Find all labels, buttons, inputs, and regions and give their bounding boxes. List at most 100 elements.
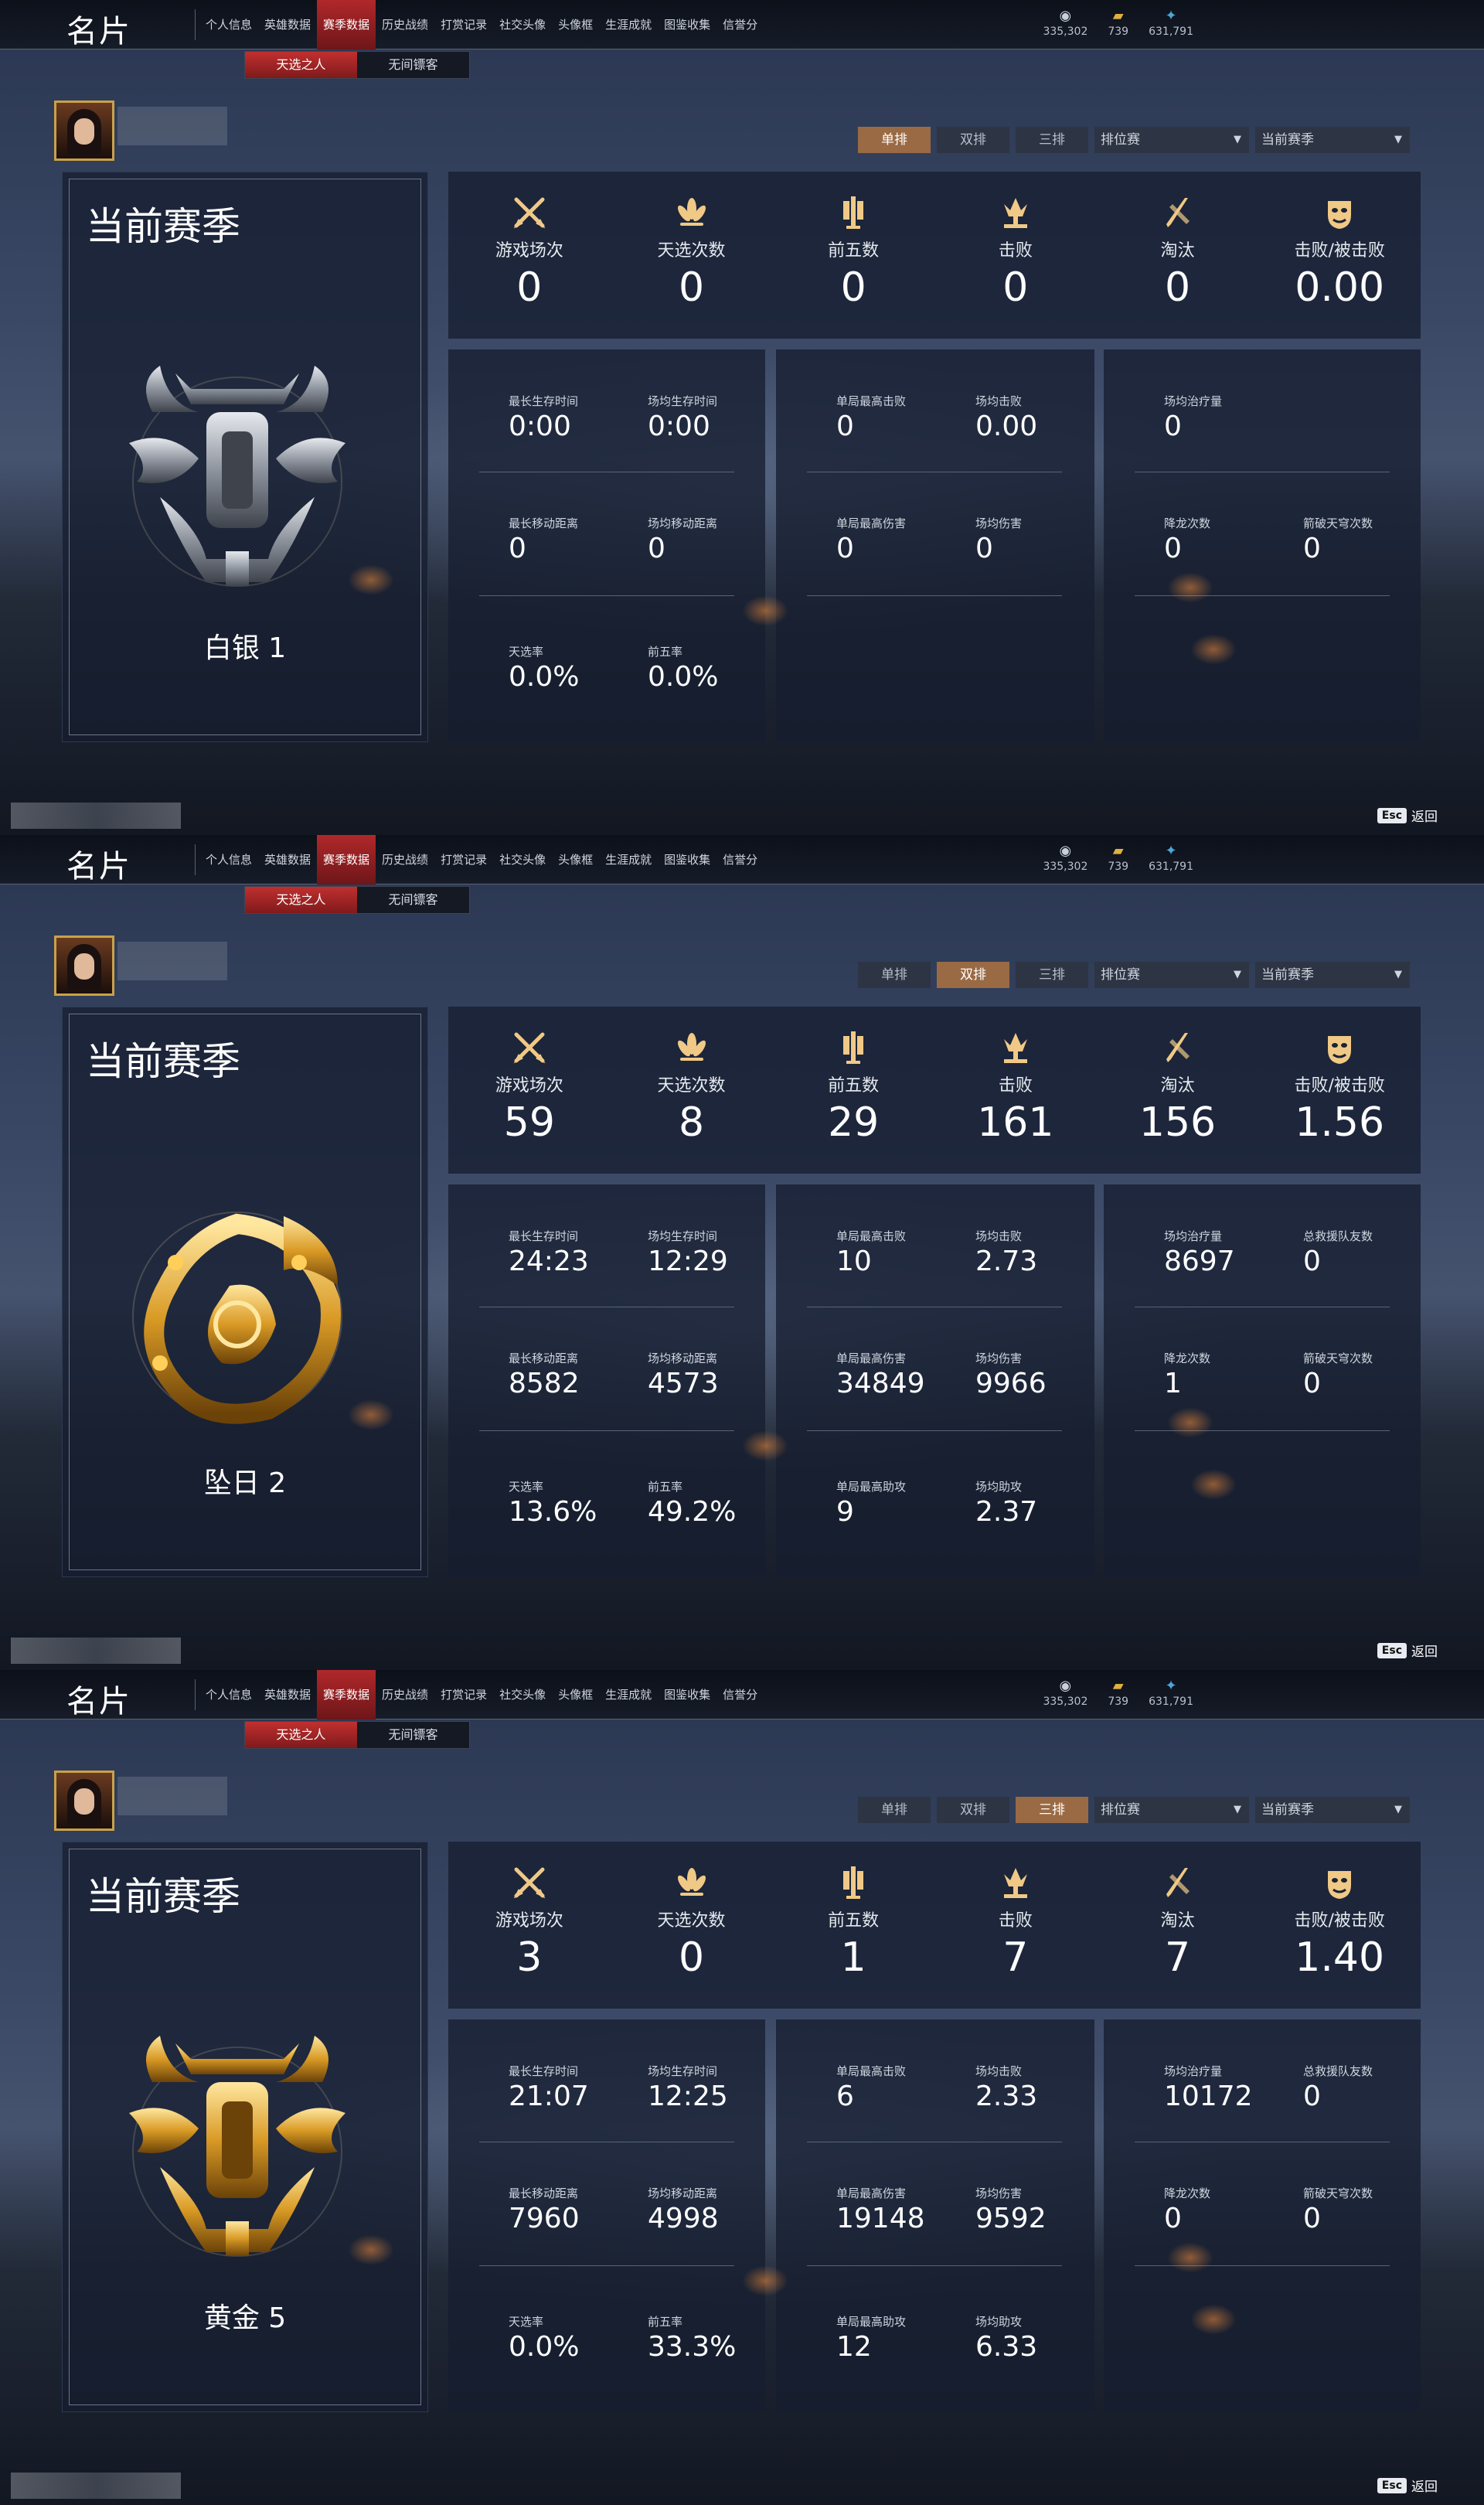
chevron-down-icon: ▼ bbox=[1394, 134, 1402, 145]
nav-tab[interactable]: 英雄数据 bbox=[258, 1670, 317, 1719]
avatar[interactable] bbox=[54, 1771, 114, 1831]
stat-cell: 场均生存时间 12:25 bbox=[648, 2063, 771, 2112]
mode-tab[interactable]: 三排 bbox=[1016, 962, 1088, 988]
nav-tab[interactable]: 个人信息 bbox=[199, 0, 258, 49]
currency-value: 335,302 bbox=[1043, 1696, 1088, 1708]
season-dropdown[interactable]: 当前赛季 ▼ bbox=[1255, 962, 1410, 988]
back-button[interactable]: Esc 返回 bbox=[1377, 1641, 1438, 1660]
summary-stat: 前五数 29 bbox=[772, 1007, 934, 1174]
mode-tab[interactable]: 双排 bbox=[937, 127, 1009, 153]
nav-tab[interactable]: 社交头像 bbox=[493, 1670, 552, 1719]
nav-tab[interactable]: 生涯成就 bbox=[599, 0, 658, 49]
app-title: 名片 bbox=[66, 14, 131, 49]
stat-value: 0 bbox=[1164, 2203, 1182, 2234]
season-dropdown[interactable]: 当前赛季 ▼ bbox=[1255, 1797, 1410, 1823]
divider bbox=[807, 1430, 1062, 1431]
nav-tab[interactable]: 头像框 bbox=[552, 1670, 599, 1719]
currency-item: ▰ 739 bbox=[1108, 843, 1128, 874]
summary-stat: 击败 0 bbox=[934, 172, 1097, 339]
nav-tab[interactable]: 社交头像 bbox=[493, 835, 552, 884]
stat-value: 7 bbox=[1164, 1934, 1191, 1981]
nav-tab[interactable]: 信誉分 bbox=[716, 835, 764, 884]
season-dropdown[interactable]: 当前赛季 ▼ bbox=[1255, 127, 1410, 153]
nav-tab[interactable]: 图鉴收集 bbox=[658, 835, 716, 884]
nav-tab[interactable]: 头像框 bbox=[552, 835, 599, 884]
nav-tab[interactable]: 打赏记录 bbox=[434, 835, 493, 884]
currency-value: 631,791 bbox=[1149, 861, 1193, 873]
nav-tab[interactable]: 英雄数据 bbox=[258, 0, 317, 49]
stat-cell: 前五率 49.2% bbox=[648, 1478, 771, 1528]
avatar[interactable] bbox=[54, 936, 114, 996]
stat-label: 场均移动距离 bbox=[648, 1351, 718, 1365]
stat-value: 0 bbox=[1303, 1368, 1321, 1399]
nav-tab[interactable]: 个人信息 bbox=[199, 835, 258, 884]
summary-stat: 击败/被击败 0.00 bbox=[1258, 172, 1421, 339]
mode-tab[interactable]: 单排 bbox=[858, 962, 931, 988]
stat-cell: 场均伤害 9966 bbox=[975, 1350, 1099, 1399]
esc-key-icon: Esc bbox=[1377, 807, 1407, 823]
summary-stat: 击败/被击败 1.40 bbox=[1258, 1842, 1421, 2009]
currency-value: 335,302 bbox=[1043, 861, 1088, 873]
sub-tab[interactable]: 天选之人 bbox=[245, 52, 357, 78]
stat-value: 1 bbox=[1164, 1368, 1182, 1399]
stat-label: 单局最高击败 bbox=[836, 2064, 907, 2078]
nav-tab[interactable]: 信誉分 bbox=[716, 0, 764, 49]
avatar[interactable] bbox=[54, 101, 114, 161]
nav-tab[interactable]: 生涯成就 bbox=[599, 835, 658, 884]
nav-tab[interactable]: 图鉴收集 bbox=[658, 0, 716, 49]
nav-tab[interactable]: 打赏记录 bbox=[434, 1670, 493, 1719]
background-lantern bbox=[742, 1430, 788, 1461]
sub-tab[interactable]: 天选之人 bbox=[245, 887, 357, 913]
stat-label: 前五数 bbox=[828, 1911, 880, 1931]
summary-stat: 天选次数 8 bbox=[611, 1007, 773, 1174]
player-name-blurred bbox=[117, 1777, 227, 1815]
nav-tab[interactable]: 图鉴收集 bbox=[658, 1670, 716, 1719]
nav-tab[interactable]: 个人信息 bbox=[199, 1670, 258, 1719]
nav-tab[interactable]: 生涯成就 bbox=[599, 1670, 658, 1719]
nav-tab[interactable]: 打赏记录 bbox=[434, 0, 493, 49]
mode-tab[interactable]: 单排 bbox=[858, 1797, 931, 1823]
nav-tab[interactable]: 历史战绩 bbox=[376, 0, 434, 49]
match-type-dropdown[interactable]: 排位赛 ▼ bbox=[1094, 127, 1249, 153]
stat-value: 0:00 bbox=[509, 411, 571, 442]
stat-cell: 场均伤害 9592 bbox=[975, 2185, 1099, 2234]
nav-tab[interactable]: 历史战绩 bbox=[376, 1670, 434, 1719]
back-button[interactable]: Esc 返回 bbox=[1377, 806, 1438, 825]
sub-tab[interactable]: 无间镖客 bbox=[357, 887, 469, 913]
summary-stat: 击败 7 bbox=[934, 1842, 1097, 2009]
mode-tab[interactable]: 三排 bbox=[1016, 1797, 1088, 1823]
stat-label: 降龙次数 bbox=[1164, 516, 1211, 530]
nav-tab[interactable]: 赛季数据 bbox=[317, 835, 376, 884]
nav-tab[interactable]: 信誉分 bbox=[716, 1670, 764, 1719]
summary-stat: 游戏场次 3 bbox=[448, 1842, 611, 2009]
nav-tab[interactable]: 赛季数据 bbox=[317, 1670, 376, 1719]
nav-tab[interactable]: 赛季数据 bbox=[317, 0, 376, 49]
dropdown-value: 当前赛季 bbox=[1261, 132, 1314, 148]
mode-tab[interactable]: 三排 bbox=[1016, 127, 1088, 153]
sub-tab[interactable]: 无间镖客 bbox=[357, 1722, 469, 1748]
stat-value: 9 bbox=[836, 1496, 854, 1528]
nav-tab[interactable]: 历史战绩 bbox=[376, 835, 434, 884]
nav-tab[interactable]: 社交头像 bbox=[493, 0, 552, 49]
slash-blade-icon bbox=[1159, 1863, 1197, 1902]
sub-tab[interactable]: 无间镖客 bbox=[357, 52, 469, 78]
mode-tab[interactable]: 双排 bbox=[937, 962, 1009, 988]
stat-label: 场均治疗量 bbox=[1164, 1229, 1223, 1243]
nav-tab[interactable]: 英雄数据 bbox=[258, 835, 317, 884]
mode-tab[interactable]: 单排 bbox=[858, 127, 931, 153]
divider bbox=[479, 1430, 734, 1431]
stat-cell: 最长生存时间 0:00 bbox=[509, 393, 632, 442]
match-type-dropdown[interactable]: 排位赛 ▼ bbox=[1094, 1797, 1249, 1823]
back-button[interactable]: Esc 返回 bbox=[1377, 2476, 1438, 2495]
stat-value: 9592 bbox=[975, 2203, 1047, 2234]
summary-stat: 游戏场次 59 bbox=[448, 1007, 611, 1174]
nav-tab[interactable]: 头像框 bbox=[552, 0, 599, 49]
background-lantern bbox=[742, 595, 788, 626]
stat-value: 0 bbox=[1303, 2081, 1321, 2112]
stat-value: 0 bbox=[509, 533, 526, 564]
stat-label: 最长移动距离 bbox=[509, 516, 579, 530]
sub-tab[interactable]: 天选之人 bbox=[245, 1722, 357, 1748]
mode-tab[interactable]: 双排 bbox=[937, 1797, 1009, 1823]
stat-value: 0 bbox=[840, 264, 866, 311]
match-type-dropdown[interactable]: 排位赛 ▼ bbox=[1094, 962, 1249, 988]
